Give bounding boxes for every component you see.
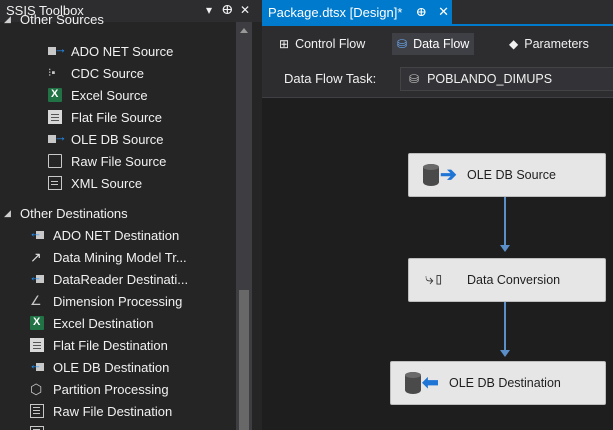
data-flow-task-value: POBLANDO_DIMUPS xyxy=(427,72,553,86)
toolbox-item-xml-source[interactable]: XML Source xyxy=(48,172,142,194)
destination-icon xyxy=(30,426,44,430)
toolbox-item-ole-db-destination[interactable]: OLE DB Destination xyxy=(29,356,170,378)
tab-label: Parameters xyxy=(524,37,589,51)
toolbox-item-datareader-destination[interactable]: DataReader Destinati... xyxy=(29,268,189,290)
tab-label: Data Flow xyxy=(413,37,470,51)
document-tab-package[interactable]: Package.dtsx [Design]* ⴲ ✕ xyxy=(262,0,452,24)
ole-db-destination-icon xyxy=(29,357,44,374)
ssis-toolbox-panel: SSIS Toolbox ▾ ⴲ ✕ ◢ Other Sources ADO N… xyxy=(0,0,262,430)
cdc-source-icon: ⁝▪ xyxy=(48,67,56,79)
item-label: XML Source xyxy=(71,175,143,191)
group-label: Other Sources xyxy=(20,11,104,27)
component-label: Data Conversion xyxy=(467,273,561,287)
group-label: Other Destinations xyxy=(20,205,128,221)
toolbox-item-raw-file-destination[interactable]: Raw File Destination xyxy=(30,400,172,422)
document-tab-strip: Package.dtsx [Design]* ⴲ ✕ xyxy=(262,0,613,24)
ole-db-source-icon: ➔ xyxy=(423,162,457,188)
toolbox-item-excel-destination[interactable]: Excel Destination xyxy=(30,312,153,334)
xml-icon xyxy=(48,176,62,190)
item-label: OLE DB Destination xyxy=(53,359,170,375)
tab-label: Control Flow xyxy=(295,37,366,51)
pin-icon[interactable]: ⴲ xyxy=(416,6,426,19)
ole-db-source-icon xyxy=(48,129,67,146)
collapse-triangle-icon[interactable]: ◢ xyxy=(4,208,14,219)
toolbox-item-partial[interactable] xyxy=(30,422,53,430)
item-label: ADO NET Source xyxy=(71,43,174,59)
component-label: OLE DB Source xyxy=(467,168,556,182)
item-label: ADO NET Destination xyxy=(53,227,180,243)
control-flow-icon: ⊞ xyxy=(279,37,290,51)
toolbox-item-ado-net-source[interactable]: ADO NET Source xyxy=(48,40,173,62)
item-label: Raw File Destination xyxy=(53,403,173,419)
component-label: OLE DB Destination xyxy=(449,376,561,390)
item-label: CDC Source xyxy=(71,65,144,81)
component-ole-db-destination[interactable]: ⬅ OLE DB Destination xyxy=(390,361,606,405)
component-data-conversion[interactable]: ⤷▯ Data Conversion xyxy=(408,258,606,302)
dimension-icon: ∠ xyxy=(30,293,42,308)
toolbox-item-raw-file-source[interactable]: Raw File Source xyxy=(48,150,166,172)
pin-icon[interactable]: ⴲ xyxy=(222,3,233,17)
toolbox-item-partition-processing[interactable]: ⬡ Partition Processing xyxy=(30,378,169,400)
tab-control-flow[interactable]: ⊞ Control Flow xyxy=(274,33,370,55)
data-flow-task-bar: Data Flow Task: ⛁ POBLANDO_DIMUPS xyxy=(262,60,613,98)
data-path-line[interactable] xyxy=(504,302,506,352)
item-label: Excel Destination xyxy=(53,315,154,331)
toolbox-item-ado-net-destination[interactable]: ADO NET Destination xyxy=(29,224,180,246)
item-label: Partition Processing xyxy=(53,381,169,397)
item-label: OLE DB Source xyxy=(71,131,164,147)
scrollbar-thumb[interactable] xyxy=(239,290,249,430)
designer-view-tabs: ⊞ Control Flow ⛁ Data Flow ◆ Parameters xyxy=(262,26,613,60)
data-flow-task-label: Data Flow Task: xyxy=(284,71,377,86)
toolbox-item-cdc-source[interactable]: ⁝▪ CDC Source xyxy=(48,62,144,84)
toolbox-item-data-mining[interactable]: ↗ Data Mining Model Tr... xyxy=(30,246,187,268)
item-label: Flat File Destination xyxy=(53,337,168,353)
ole-db-destination-icon: ⬅ xyxy=(405,370,439,396)
item-label: DataReader Destinati... xyxy=(53,271,189,287)
item-label: Dimension Processing xyxy=(53,293,183,309)
parameters-icon: ◆ xyxy=(509,37,519,51)
data-path-line[interactable] xyxy=(504,197,506,247)
collapse-triangle-icon[interactable]: ◢ xyxy=(4,14,14,25)
ado-destination-icon xyxy=(29,225,44,242)
toolbox-item-flat-file-source[interactable]: Flat File Source xyxy=(48,106,162,128)
component-ole-db-source[interactable]: ➔ OLE DB Source xyxy=(408,153,606,197)
data-conversion-icon: ⤷▯ xyxy=(425,269,444,288)
excel-icon xyxy=(30,316,44,330)
datareader-icon xyxy=(29,269,44,286)
data-flow-canvas[interactable]: ➔ OLE DB Source ⤷▯ Data Conversion ⬅ OLE… xyxy=(268,99,613,430)
data-path-arrowhead xyxy=(500,350,510,357)
data-path-arrowhead xyxy=(500,245,510,252)
close-icon[interactable]: ✕ xyxy=(240,3,250,17)
toolbox-item-excel-source[interactable]: Excel Source xyxy=(48,84,148,106)
raw-file-icon xyxy=(48,154,62,168)
toolbox-scrollbar[interactable] xyxy=(236,22,252,430)
tab-data-flow[interactable]: ⛁ Data Flow xyxy=(392,33,475,55)
scroll-up-icon[interactable] xyxy=(240,28,248,33)
excel-icon xyxy=(48,88,62,102)
dropdown-icon[interactable]: ▾ xyxy=(206,3,212,17)
data-mining-icon: ↗ xyxy=(30,249,42,265)
flat-file-icon xyxy=(48,110,62,124)
data-flow-task-dropdown[interactable]: ⛁ POBLANDO_DIMUPS xyxy=(400,67,613,91)
toolbox-item-ole-db-source[interactable]: OLE DB Source xyxy=(48,128,164,150)
toolbox-item-dimension-processing[interactable]: ∠ Dimension Processing xyxy=(30,290,182,312)
item-label: Flat File Source xyxy=(71,109,163,125)
close-icon[interactable]: ✕ xyxy=(438,4,449,20)
item-label: Excel Source xyxy=(71,87,148,103)
item-label: Raw File Source xyxy=(71,153,167,169)
data-flow-task-icon: ⛁ xyxy=(409,72,420,86)
ado-source-icon xyxy=(48,41,67,58)
raw-file-destination-icon xyxy=(30,404,44,418)
package-designer: Package.dtsx [Design]* ⴲ ✕ ⊞ Control Flo… xyxy=(262,0,613,430)
document-tab-title: Package.dtsx [Design]* xyxy=(268,4,403,20)
data-flow-icon: ⛁ xyxy=(397,37,408,51)
flat-file-icon xyxy=(30,338,44,352)
group-other-sources[interactable]: ◢ Other Sources xyxy=(4,8,104,30)
toolbox-item-flat-file-destination[interactable]: Flat File Destination xyxy=(30,334,168,356)
tab-parameters[interactable]: ◆ Parameters xyxy=(504,33,594,55)
partition-icon: ⬡ xyxy=(30,381,43,397)
group-other-destinations[interactable]: ◢ Other Destinations xyxy=(4,202,128,224)
item-label: Data Mining Model Tr... xyxy=(53,249,187,265)
